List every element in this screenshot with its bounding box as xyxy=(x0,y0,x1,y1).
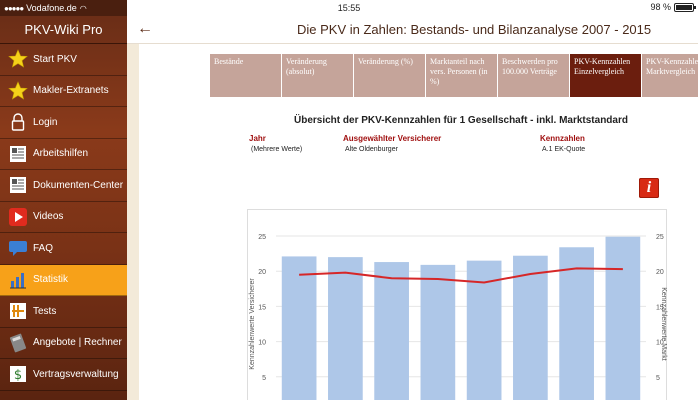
chart-container: 00551010151520202525Kennzahlenwerte Vers… xyxy=(247,209,667,400)
info-button[interactable]: i xyxy=(639,178,659,198)
tab-3[interactable]: Marktanteil nach vers. Personen (in %) xyxy=(426,54,497,97)
document-icon xyxy=(8,175,28,195)
statistics-icon xyxy=(8,270,28,290)
play-icon xyxy=(8,207,28,227)
page-title: Die PKV in Zahlen: Bestands- und Bilanza… xyxy=(297,22,652,37)
sidebar-item-label: Vertragsverwaltung xyxy=(33,368,119,380)
speech-bubble-icon xyxy=(8,238,28,258)
metric-value[interactable]: A.1 EK-Quote xyxy=(542,146,585,153)
y-axis-label: Kennzahlenwerte Versicherer xyxy=(249,278,256,370)
sidebar-item-angebote-rechner[interactable]: Angebote | Rechner xyxy=(0,328,127,359)
y-tick-label: 15 xyxy=(258,304,266,311)
back-button[interactable]: ← xyxy=(137,20,153,38)
tab-4[interactable]: Beschwerden pro 100.000 Verträge xyxy=(498,54,569,97)
y2-tick-label: 25 xyxy=(656,234,664,241)
y-tick-label: 25 xyxy=(258,234,266,241)
sidebar-item-label: Start PKV xyxy=(33,53,77,65)
sidebar-item-label: Arbeitshilfen xyxy=(33,148,89,160)
filter-insurer[interactable]: Ausgewählter Versicherer Alte Oldenburge… xyxy=(343,134,442,153)
tab-5[interactable]: PKV-Kennzahlen Einzelvergleich xyxy=(570,54,641,97)
sidebar-item-videos[interactable]: Videos xyxy=(0,202,127,233)
tab-2[interactable]: Veränderung (%) xyxy=(354,54,425,97)
sidebar-item-arbeitshilfen[interactable]: Arbeitshilfen xyxy=(0,139,127,170)
main-content: ← Die PKV in Zahlen: Bestands- und Bilan… xyxy=(127,16,698,400)
sidebar-item-start-pkv[interactable]: Start PKV xyxy=(0,44,127,76)
calculator-icon xyxy=(8,333,28,353)
filter-metric[interactable]: Kennzahlen A.1 EK-Quote xyxy=(540,134,585,153)
filter-year[interactable]: Jahr (Mehrere Werte) xyxy=(249,134,302,153)
status-time: 15:55 xyxy=(337,3,361,13)
sidebar-item-label: Makler-Extranets xyxy=(33,85,109,97)
bar xyxy=(605,236,641,400)
sidebar: PKV-Wiki Pro Start PKV Makler-Extranets Lo… xyxy=(0,16,127,400)
insurer-value[interactable]: Alte Oldenburger xyxy=(345,146,398,153)
sidebar-item-login[interactable]: Login xyxy=(0,107,127,139)
y2-tick-label: 20 xyxy=(656,269,664,276)
main-edge-stripe xyxy=(127,16,139,400)
star-icon xyxy=(8,80,28,101)
status-battery: 98 % xyxy=(650,2,696,12)
year-label: Jahr xyxy=(249,134,266,143)
sidebar-item-label: Videos xyxy=(33,211,64,223)
sidebar-item-statistik[interactable]: Statistik xyxy=(0,264,127,296)
sidebar-title: PKV-Wiki Pro xyxy=(0,16,127,44)
tests-icon xyxy=(8,301,28,321)
tab-6[interactable]: PKV-Kennzahlen Marktvergleich xyxy=(642,54,698,97)
y-tick-label: 10 xyxy=(258,340,266,347)
sidebar-item-label: Angebote | Rechner xyxy=(33,337,122,349)
sidebar-item-dokumenten-center[interactable]: Dokumenten-Center xyxy=(0,170,127,202)
navbar: ← Die PKV in Zahlen: Bestands- und Bilan… xyxy=(127,16,698,44)
insurer-label: Ausgewählter Versicherer xyxy=(343,134,442,143)
chart-title: Übersicht der PKV-Kennzahlen für 1 Gesel… xyxy=(294,115,628,126)
bar xyxy=(420,264,456,400)
metric-label: Kennzahlen xyxy=(540,134,585,143)
battery-label: 98 % xyxy=(650,2,671,12)
bar xyxy=(513,255,548,400)
document-icon xyxy=(8,144,28,164)
battery-icon xyxy=(674,2,696,12)
lock-icon xyxy=(8,112,28,132)
sidebar-item-label: FAQ xyxy=(33,242,54,254)
chart-svg: 00551010151520202525Kennzahlenwerte Vers… xyxy=(249,234,667,400)
y-tick-label: 20 xyxy=(258,269,266,276)
bar xyxy=(281,256,317,400)
dollar-icon: $ xyxy=(8,364,28,384)
tab-0[interactable]: Bestände xyxy=(210,54,281,97)
report-tabs: Bestände Veränderung (absolut) Veränderung… xyxy=(210,54,698,97)
bar xyxy=(328,257,363,400)
y2-axis-label: Kennzahlenwerte Markt xyxy=(660,287,667,361)
sidebar-item-label: Dokumenten-Center xyxy=(33,179,124,191)
year-value[interactable]: (Mehrere Werte) xyxy=(251,146,302,153)
status-bar: ●●●●● Vodafone.de ◠ 15:55 98 % xyxy=(0,0,698,16)
sidebar-item-makler-extranets[interactable]: Makler-Extranets xyxy=(0,76,127,107)
star-icon xyxy=(8,49,28,69)
svg-text:$: $ xyxy=(14,368,22,383)
bar xyxy=(374,262,409,400)
sidebar-list: Start PKV Makler-Extranets Login Arbeitshil… xyxy=(0,44,127,391)
sidebar-item-label: Statistik xyxy=(33,274,69,286)
sidebar-item-faq[interactable]: FAQ xyxy=(0,233,127,265)
tab-1[interactable]: Veränderung (absolut) xyxy=(282,54,353,97)
sidebar-item-label: Tests xyxy=(33,305,57,317)
y-tick-label: 5 xyxy=(262,375,266,382)
sidebar-item-vertragsverwaltung[interactable]: $ Vertragsverwaltung xyxy=(0,359,127,391)
sidebar-item-tests[interactable]: Tests xyxy=(0,296,127,328)
sidebar-item-label: Login xyxy=(33,116,58,128)
y2-tick-label: 5 xyxy=(656,375,660,382)
